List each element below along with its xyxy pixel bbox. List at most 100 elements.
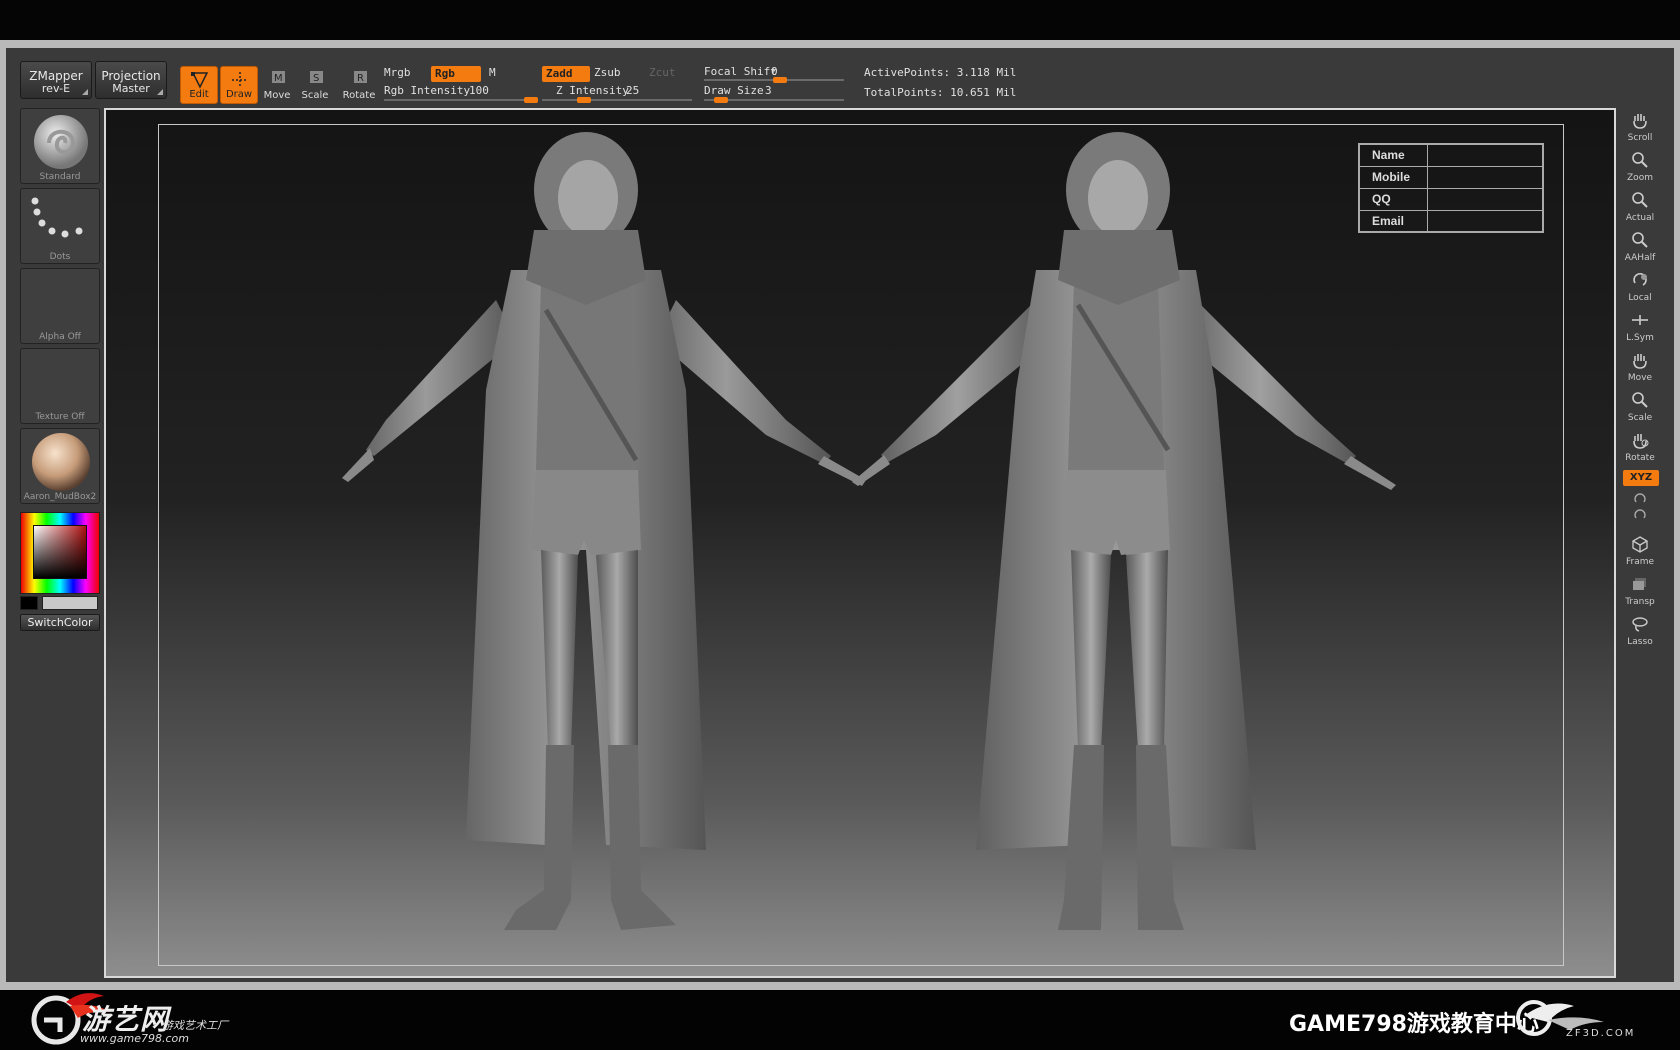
lsym-label: L.Sym <box>1626 333 1654 343</box>
actual-label: Actual <box>1625 213 1655 223</box>
zoom-icon <box>1632 152 1648 168</box>
character-sculpt-right <box>852 132 1396 930</box>
scale-label: Scale <box>301 90 329 101</box>
rgb-toggle[interactable]: Rgb <box>431 66 481 82</box>
aahalf-icon <box>1632 232 1648 248</box>
axis-rotate-icons[interactable] <box>1632 492 1650 526</box>
table-row: Mobile <box>1358 165 1544 189</box>
zmapper-button[interactable]: ZMapper rev-E <box>20 61 92 99</box>
primary-swatch[interactable] <box>20 596 38 610</box>
zsub-toggle[interactable]: Zsub <box>594 66 621 79</box>
focal-shift-label: Focal Shift <box>704 65 777 78</box>
rotate-view-label: Rotate <box>1625 453 1655 463</box>
scale-view-label: Scale <box>1627 413 1653 423</box>
rotate-icon <box>1633 434 1649 449</box>
zmapper-sub: rev-E <box>41 82 71 95</box>
aahalf-label: AAHalf <box>1624 253 1656 263</box>
lsym-button[interactable]: L.Sym <box>1620 308 1660 344</box>
brand-subtitle: 游戏艺术工厂 <box>162 1019 228 1032</box>
rgb-intensity-label: Rgb Intensity <box>384 84 471 97</box>
info-value <box>1426 143 1544 167</box>
info-key: Mobile <box>1358 165 1428 189</box>
material-sphere-icon <box>32 433 90 491</box>
lsym-icon <box>1632 315 1648 325</box>
actual-icon <box>1632 192 1648 208</box>
move-button[interactable]: M Move <box>258 66 296 104</box>
zadd-toggle[interactable]: Zadd <box>542 66 590 82</box>
stroke-slot[interactable]: Dots <box>20 188 100 264</box>
scale-icon: S <box>310 71 323 84</box>
zf3d-url: ZF3D.COM <box>1566 1028 1636 1039</box>
secondary-swatch[interactable] <box>42 596 98 610</box>
move-icon <box>1633 354 1647 369</box>
brush-caption: Standard <box>39 172 81 182</box>
scale-button[interactable]: S Scale <box>296 66 334 104</box>
color-swatches <box>20 596 100 610</box>
projection-master-button[interactable]: Projection Master <box>95 61 167 99</box>
draw-size-knob[interactable] <box>714 97 728 103</box>
move-view-label: Move <box>1627 373 1653 383</box>
texture-caption: Texture Off <box>35 412 85 422</box>
material-slot[interactable]: Aaron_MudBox2 <box>20 428 100 504</box>
document-canvas[interactable] <box>106 110 1614 976</box>
lasso-label: Lasso <box>1627 637 1653 647</box>
alpha-caption: Alpha Off <box>39 332 81 342</box>
z-intensity-label: Z Intensity <box>556 84 629 97</box>
m-toggle[interactable]: M <box>489 66 496 79</box>
svg-text:S: S <box>313 73 319 84</box>
z-intensity-value: 25 <box>626 84 640 97</box>
texture-slot[interactable]: Texture Off <box>20 348 100 424</box>
mrgb-toggle[interactable]: Mrgb <box>384 66 411 79</box>
alpha-slot[interactable]: Alpha Off <box>20 268 100 344</box>
transp-button[interactable]: Transp <box>1620 572 1660 608</box>
contact-info-table: Name Mobile QQ Email <box>1358 143 1544 233</box>
info-key: Email <box>1358 209 1428 233</box>
info-key: Name <box>1358 143 1428 167</box>
canvas-border <box>104 108 1616 978</box>
svg-text:M: M <box>274 73 283 84</box>
stroke-caption: Dots <box>49 252 71 262</box>
actual-button[interactable]: Actual <box>1620 188 1660 224</box>
info-value <box>1426 187 1544 211</box>
xyz-toggle[interactable]: XYZ <box>1623 470 1659 486</box>
rotate-view-button[interactable]: Rotate <box>1620 428 1660 464</box>
move-view-button[interactable]: Move <box>1620 348 1660 384</box>
rotate-icon: R <box>354 71 367 84</box>
rgb-intensity-value: 100 <box>469 84 489 97</box>
draw-button[interactable]: Draw <box>220 66 258 104</box>
zcut-toggle[interactable]: Zcut <box>649 66 676 79</box>
info-value <box>1426 165 1544 189</box>
switch-color-button[interactable]: SwitchColor <box>20 614 100 631</box>
corner-arrow-icon <box>157 89 163 95</box>
rgb-intensity-knob[interactable] <box>524 97 538 103</box>
move-label: Move <box>263 90 291 101</box>
brush-slot[interactable]: Standard <box>20 108 100 184</box>
edit-button[interactable]: Edit <box>180 66 218 104</box>
frame-button[interactable]: Frame <box>1620 532 1660 568</box>
total-points: TotalPoints: 10.651 Mil <box>864 86 1017 99</box>
draw-size-value: 3 <box>765 84 772 97</box>
scale-view-button[interactable]: Scale <box>1620 388 1660 424</box>
corner-arrow-icon <box>82 89 88 95</box>
rotate-button[interactable]: R Rotate <box>340 66 378 104</box>
draw-size-label: Draw Size <box>704 84 764 97</box>
edit-icon <box>191 72 209 89</box>
zoom-button[interactable]: Zoom <box>1620 148 1660 184</box>
color-picker-square[interactable] <box>33 525 87 579</box>
lasso-icon <box>1632 617 1648 632</box>
zoom-label: Zoom <box>1627 173 1653 183</box>
focal-shift-knob[interactable] <box>773 77 787 83</box>
z-intensity-knob[interactable] <box>577 97 591 103</box>
rgb-intensity-slider[interactable] <box>384 99 538 101</box>
color-picker[interactable] <box>20 512 100 594</box>
hand-icon <box>1633 114 1647 129</box>
material-caption: Aaron_MudBox2 <box>23 492 97 502</box>
scale-icon <box>1632 392 1648 408</box>
move-icon: M <box>272 71 285 84</box>
brush-icon <box>34 115 88 169</box>
z-intensity-slider[interactable] <box>542 99 692 101</box>
scroll-button[interactable]: Scroll <box>1620 108 1660 144</box>
local-button[interactable]: Local <box>1620 268 1660 304</box>
lasso-button[interactable]: Lasso <box>1620 612 1660 648</box>
aahalf-button[interactable]: AAHalf <box>1620 228 1660 264</box>
